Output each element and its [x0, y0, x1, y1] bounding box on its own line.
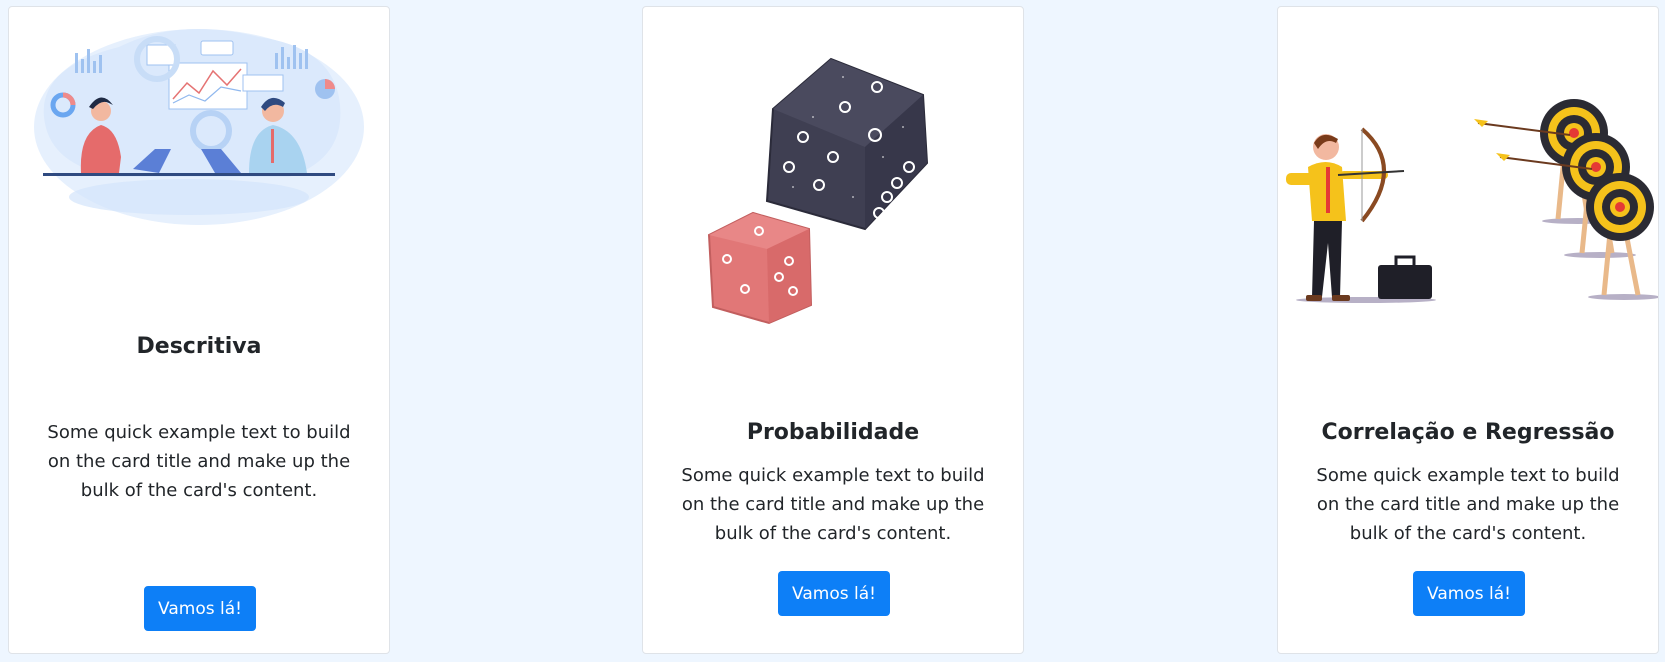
dice-illustration — [707, 57, 929, 325]
card-text: Some quick example text to build on the … — [47, 422, 351, 501]
card-descritiva: Descritiva Some quick example text to bu… — [8, 6, 390, 654]
card-probabilidade: Probabilidade Some quick example text to… — [642, 6, 1024, 654]
card-text: Some quick example text to build on the … — [681, 465, 985, 544]
card-title: Probabilidade — [746, 420, 920, 445]
vamos-la-button[interactable]: Vamos lá! — [144, 586, 256, 631]
card-title: Correlação e Regressão — [1321, 420, 1615, 445]
business-analytics-illustration — [34, 29, 364, 225]
card-text: Some quick example text to build on the … — [1316, 465, 1620, 544]
card-correlacao-regressao: Correlação e Regressão Some quick exampl… — [1277, 6, 1659, 654]
vamos-la-button[interactable]: Vamos lá! — [778, 571, 890, 616]
archer-targets-illustration — [1286, 99, 1658, 303]
card-title: Descritiva — [136, 334, 262, 359]
vamos-la-button[interactable]: Vamos lá! — [1413, 571, 1525, 616]
